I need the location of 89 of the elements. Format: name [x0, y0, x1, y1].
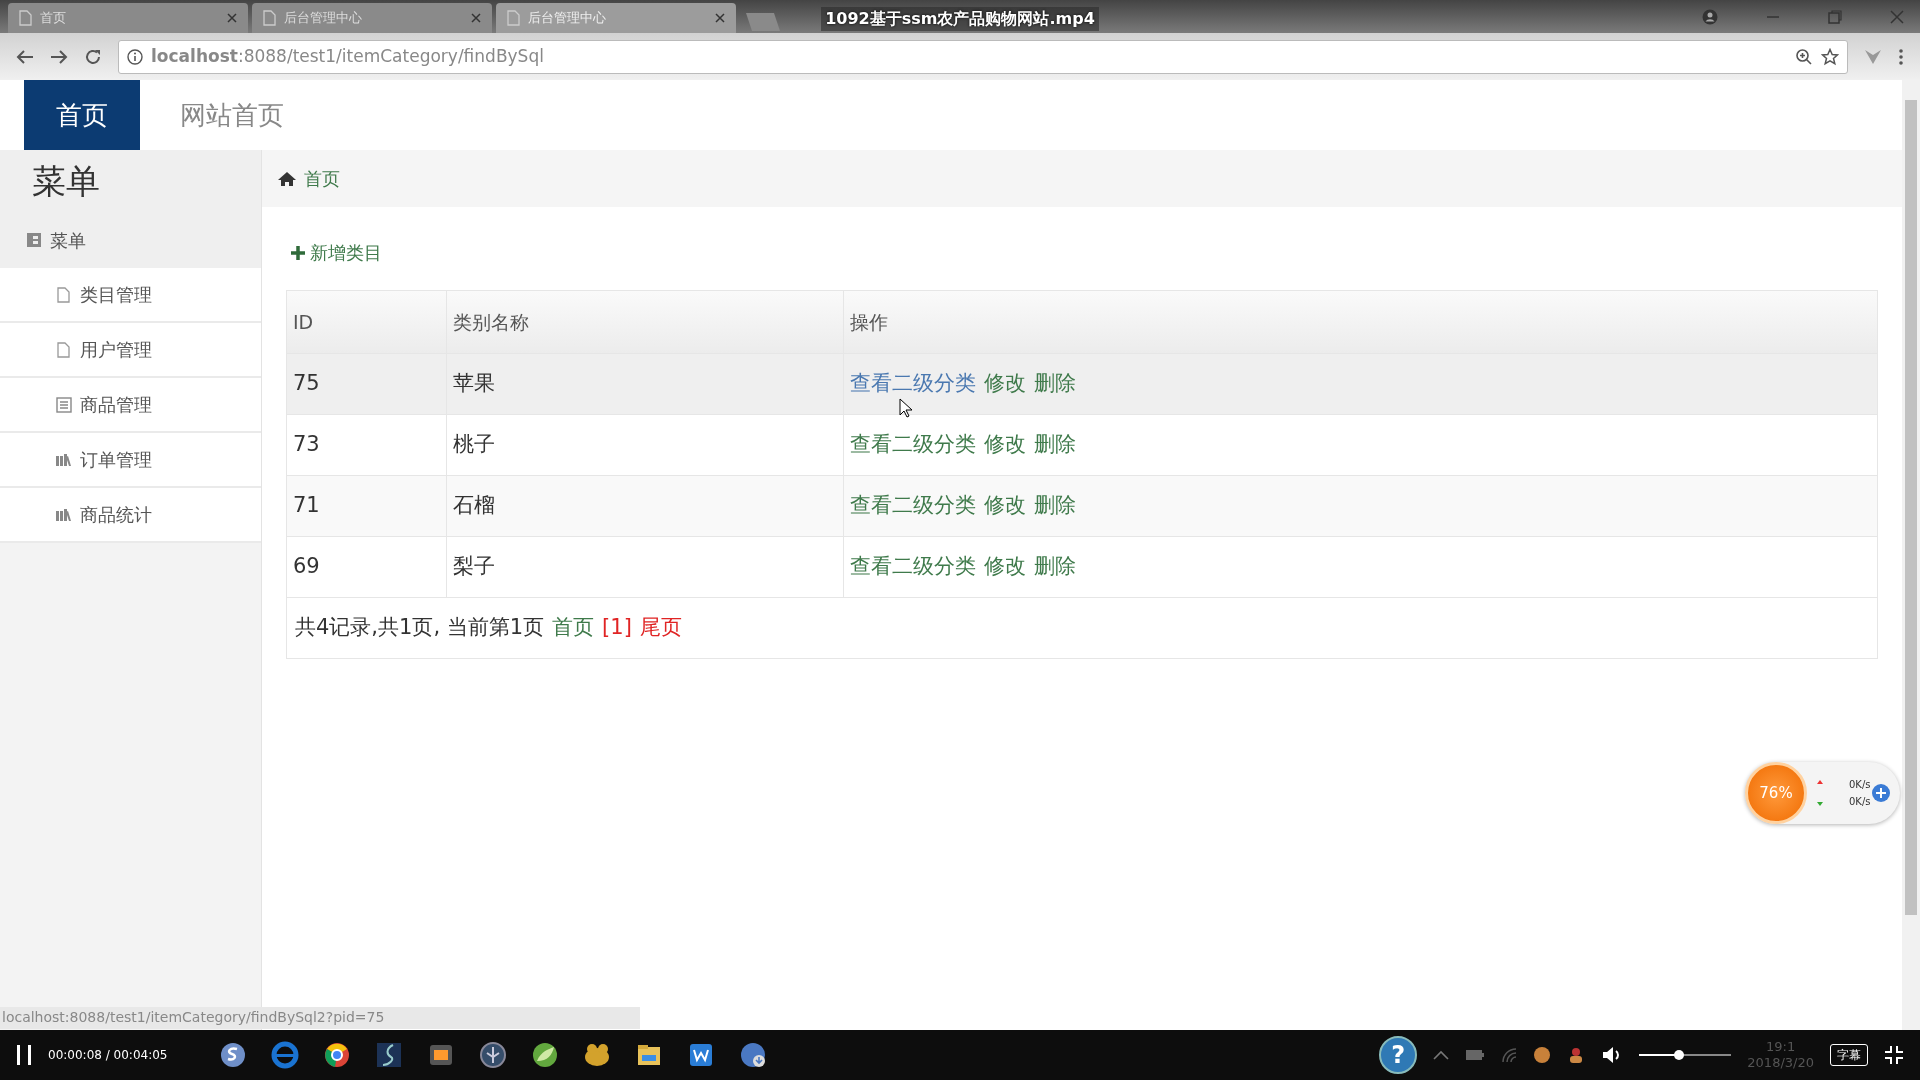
close-icon[interactable]	[714, 12, 726, 24]
action-link[interactable]: 删除	[1034, 490, 1076, 522]
taskbar-app-icon[interactable]	[479, 1041, 508, 1069]
last-page-link[interactable]: 尾页	[639, 612, 682, 644]
taskbar-app-icon[interactable]	[375, 1041, 404, 1069]
pagination-summary: 共4记录,共1页, 当前第1页	[295, 614, 545, 642]
clock-date: 2018/3/20	[1747, 1055, 1814, 1071]
list-icon	[56, 396, 72, 413]
first-page-link[interactable]: 首页	[552, 612, 595, 644]
video-title: 1092基于ssm农产品购物网站.mp4	[821, 7, 1099, 31]
file-icon	[56, 341, 72, 358]
download-speed: 0K/s	[1849, 795, 1871, 809]
wifi-icon[interactable]	[1501, 1047, 1518, 1063]
taskbar-app-icon[interactable]	[583, 1041, 612, 1069]
table-cell-text: 69	[293, 553, 320, 581]
tray-app-icon[interactable]	[1533, 1046, 1552, 1064]
battery-icon[interactable]	[1465, 1049, 1486, 1061]
table-cell-text: 石榴	[453, 492, 495, 520]
menu-icon[interactable]	[1898, 47, 1904, 66]
action-link[interactable]: 修改	[984, 429, 1026, 461]
back-icon[interactable]	[16, 48, 34, 65]
action-link[interactable]: 查看二级分类	[850, 490, 976, 522]
taskbar-app-icon[interactable]	[323, 1041, 352, 1069]
taskbar-app-icon[interactable]	[739, 1041, 768, 1069]
sidebar-title: 菜单	[32, 159, 100, 203]
action-link[interactable]: 修改	[984, 551, 1026, 583]
zoom-icon[interactable]	[1795, 47, 1813, 66]
column-header: 操作	[849, 309, 889, 335]
info-icon	[127, 48, 143, 65]
close-icon[interactable]	[1890, 9, 1904, 24]
exit-fullscreen-icon[interactable]	[1884, 1045, 1904, 1065]
subtitle-button[interactable]: 字幕	[1830, 1044, 1868, 1066]
profile-icon[interactable]	[1702, 8, 1718, 25]
action-link[interactable]: 删除	[1034, 368, 1076, 400]
sidebar-item[interactable]: 商品统计	[0, 488, 261, 543]
bar-chart-icon	[56, 451, 72, 468]
pause-icon[interactable]	[16, 1044, 32, 1066]
slider-thumb[interactable]	[1673, 1050, 1684, 1060]
book-icon	[26, 232, 42, 248]
page-icon	[506, 10, 520, 26]
table-cell-text: 桃子	[453, 431, 495, 459]
sidebar-item[interactable]: 商品管理	[0, 378, 261, 433]
page-icon	[18, 10, 32, 26]
star-icon[interactable]	[1821, 47, 1839, 66]
action-link[interactable]: 修改	[984, 368, 1026, 400]
table-cell-text: 75	[293, 370, 320, 398]
nav-tab[interactable]: 网站首页	[148, 80, 316, 150]
plus-icon[interactable]	[1870, 783, 1891, 803]
close-icon[interactable]	[470, 12, 482, 24]
page-icon	[262, 10, 276, 26]
caret-up-icon[interactable]	[1433, 1050, 1450, 1060]
browser-tab[interactable]: 首页	[8, 3, 248, 33]
table-cell-text: 梨子	[453, 553, 495, 581]
sidebar-item[interactable]: 订单管理	[0, 433, 261, 488]
table-cell-text: 71	[293, 492, 320, 520]
taskbar-app-icon[interactable]	[531, 1041, 560, 1069]
scrollbar[interactable]	[1902, 80, 1920, 1030]
breadcrumb-link[interactable]: 首页	[304, 165, 340, 192]
help-icon[interactable]: ?	[1379, 1036, 1418, 1074]
add-category-link[interactable]: 新增类目	[290, 239, 382, 266]
clock-time: 19:1	[1765, 1039, 1797, 1055]
page-number-link[interactable]: [1]	[602, 612, 632, 644]
reload-icon[interactable]	[84, 47, 102, 66]
file-icon	[56, 286, 72, 303]
taskbar-app-icon[interactable]	[219, 1041, 248, 1069]
action-link[interactable]: 删除	[1034, 429, 1076, 461]
arrows-icon	[1815, 778, 1825, 808]
forward-icon[interactable]	[50, 48, 68, 65]
status-url: localhost:8088/test1/itemCategory/findBySql2?pid=75	[0, 1007, 640, 1029]
sidebar-item[interactable]: 类目管理	[0, 268, 261, 323]
sidebar-section[interactable]: 菜单	[0, 212, 261, 268]
action-link[interactable]: 删除	[1034, 551, 1076, 583]
home-icon	[278, 170, 296, 187]
sidebar-item[interactable]: 用户管理	[0, 323, 261, 378]
action-link[interactable]: 查看二级分类	[850, 429, 976, 461]
usage-percent: 76%	[1759, 782, 1793, 804]
close-icon[interactable]	[226, 12, 238, 24]
nav-tab[interactable]: 首页	[24, 80, 140, 150]
action-link[interactable]: 查看二级分类	[850, 551, 976, 583]
table-cell-text: 73	[293, 431, 320, 459]
video-time: 00:00:08 / 00:04:05	[48, 1047, 168, 1064]
browser-tab[interactable]: 后台管理中心	[252, 3, 492, 33]
plus-icon	[290, 244, 306, 261]
cursor-icon	[899, 398, 913, 418]
upload-speed: 0K/s	[1849, 778, 1871, 792]
action-link[interactable]: 修改	[984, 490, 1026, 522]
table-cell-text: 苹果	[453, 370, 495, 398]
bar-chart-icon	[56, 506, 72, 523]
action-link[interactable]: 查看二级分类	[850, 368, 976, 400]
